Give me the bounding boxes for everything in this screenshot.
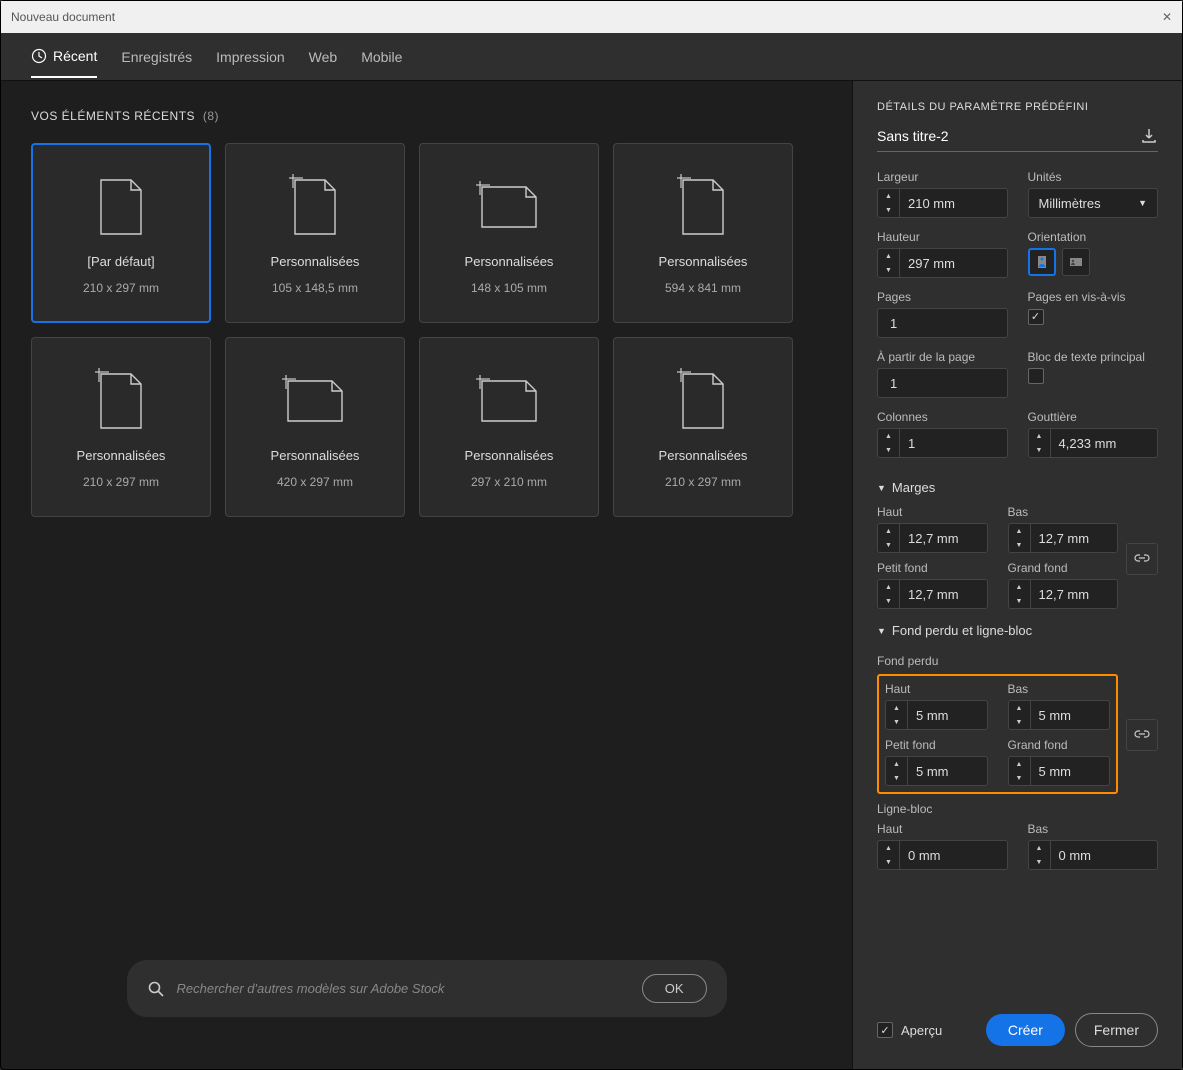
- facing-pages-label: Pages en vis-à-vis: [1028, 290, 1159, 304]
- units-label: Unités: [1028, 170, 1159, 184]
- bleed-top-input[interactable]: ▲▼5 mm: [885, 700, 988, 730]
- bleed-inside-input[interactable]: ▲▼5 mm: [885, 756, 988, 786]
- preset-dims: 210 x 297 mm: [665, 475, 741, 489]
- preset-item[interactable]: Personnalisées 420 x 297 mm: [225, 337, 405, 517]
- orientation-landscape-button[interactable]: [1062, 248, 1090, 276]
- window-title: Nouveau document: [11, 10, 115, 24]
- preset-name: [Par défaut]: [87, 254, 154, 269]
- search-bar: OK: [127, 960, 727, 1017]
- margins-expander[interactable]: ▼ Marges: [877, 480, 1158, 495]
- orientation-portrait-button[interactable]: [1028, 248, 1056, 276]
- tab-print[interactable]: Impression: [216, 37, 284, 77]
- tab-recent[interactable]: Récent: [31, 36, 97, 78]
- slug-label: Ligne-bloc: [877, 802, 1158, 816]
- preset-grid: [Par défaut] 210 x 297 mm Personnalisées 10…: [31, 143, 822, 517]
- create-button[interactable]: Créer: [986, 1014, 1065, 1046]
- preset-dims: 594 x 841 mm: [665, 281, 741, 295]
- preset-name: Personnalisées: [271, 448, 360, 463]
- slug-top-input[interactable]: ▲▼0 mm: [877, 840, 1008, 870]
- tab-mobile[interactable]: Mobile: [361, 37, 402, 77]
- units-select[interactable]: Millimètres ▼: [1028, 188, 1159, 218]
- search-icon: [147, 980, 165, 998]
- height-input[interactable]: ▲▼ 297 mm: [877, 248, 1008, 278]
- preset-name: Personnalisées: [659, 448, 748, 463]
- preset-dims: 297 x 210 mm: [471, 475, 547, 489]
- start-page-input[interactable]: 1: [877, 368, 1008, 398]
- save-preset-icon[interactable]: [1140, 127, 1158, 145]
- bleed-bottom-input[interactable]: ▲▼5 mm: [1008, 700, 1111, 730]
- clock-icon: [31, 48, 47, 64]
- margin-outside-input[interactable]: ▲▼12,7 mm: [1008, 579, 1119, 609]
- height-label: Hauteur: [877, 230, 1008, 244]
- preset-dims: 105 x 148,5 mm: [272, 281, 358, 295]
- chevron-up-icon[interactable]: ▲: [878, 189, 899, 203]
- close-button[interactable]: Fermer: [1075, 1013, 1158, 1047]
- preview-checkbox[interactable]: ✓: [877, 1022, 893, 1038]
- pages-label: Pages: [877, 290, 1008, 304]
- preset-name: Personnalisées: [271, 254, 360, 269]
- preset-item[interactable]: Personnalisées 210 x 297 mm: [613, 337, 793, 517]
- gutter-label: Gouttière: [1028, 410, 1159, 424]
- chevron-down-icon[interactable]: ▼: [878, 203, 899, 217]
- preset-name: Personnalisées: [465, 448, 554, 463]
- preset-dims: 210 x 297 mm: [83, 281, 159, 295]
- preset-item[interactable]: Personnalisées 148 x 105 mm: [419, 143, 599, 323]
- bleed-expander[interactable]: ▼ Fond perdu et ligne-bloc: [877, 623, 1158, 638]
- titlebar: Nouveau document ✕: [1, 1, 1182, 33]
- preset-item[interactable]: [Par défaut] 210 x 297 mm: [31, 143, 211, 323]
- doc-name-input[interactable]: Sans titre-2: [877, 128, 1140, 144]
- slug-bottom-input[interactable]: ▲▼0 mm: [1028, 840, 1159, 870]
- bleed-outside-input[interactable]: ▲▼5 mm: [1008, 756, 1111, 786]
- bleed-label: Fond perdu: [877, 654, 1158, 668]
- width-input[interactable]: ▲▼ 210 mm: [877, 188, 1008, 218]
- chevron-down-icon: ▼: [877, 483, 886, 493]
- bleed-highlight: Haut ▲▼5 mm Bas ▲▼5 mm Petit fond ▲▼5 mm: [877, 674, 1118, 794]
- link-margins-button[interactable]: [1126, 543, 1158, 575]
- chevron-down-icon: ▼: [1138, 198, 1147, 208]
- tab-saved[interactable]: Enregistrés: [121, 37, 192, 77]
- columns-label: Colonnes: [877, 410, 1008, 424]
- columns-input[interactable]: ▲▼ 1: [877, 428, 1008, 458]
- preset-dims: 148 x 105 mm: [471, 281, 547, 295]
- search-input[interactable]: [177, 981, 630, 996]
- gutter-input[interactable]: ▲▼ 4,233 mm: [1028, 428, 1159, 458]
- link-bleed-button[interactable]: [1126, 719, 1158, 751]
- start-page-label: À partir de la page: [877, 350, 1008, 364]
- preset-dims: 210 x 297 mm: [83, 475, 159, 489]
- margin-top-input[interactable]: ▲▼12,7 mm: [877, 523, 988, 553]
- preview-label: Aperçu: [901, 1023, 942, 1038]
- preset-name: Personnalisées: [659, 254, 748, 269]
- preset-item[interactable]: Personnalisées 297 x 210 mm: [419, 337, 599, 517]
- preset-name: Personnalisées: [465, 254, 554, 269]
- preset-dims: 420 x 297 mm: [277, 475, 353, 489]
- preset-item[interactable]: Personnalisées 210 x 297 mm: [31, 337, 211, 517]
- recents-heading: VOS ÉLÉMENTS RÉCENTS (8): [31, 109, 822, 123]
- details-heading: DÉTAILS DU PARAMÈTRE PRÉDÉFINI: [877, 101, 1158, 113]
- margin-inside-input[interactable]: ▲▼12,7 mm: [877, 579, 988, 609]
- preset-item[interactable]: Personnalisées 594 x 841 mm: [613, 143, 793, 323]
- category-tabs: Récent Enregistrés Impression Web Mobile: [1, 33, 1182, 81]
- primary-text-frame-label: Bloc de texte principal: [1028, 350, 1159, 364]
- tab-web[interactable]: Web: [309, 37, 338, 77]
- primary-text-frame-checkbox[interactable]: [1028, 368, 1044, 384]
- facing-pages-checkbox[interactable]: ✓: [1028, 309, 1044, 325]
- chevron-down-icon: ▼: [877, 626, 886, 636]
- margin-bottom-input[interactable]: ▲▼12,7 mm: [1008, 523, 1119, 553]
- preset-item[interactable]: Personnalisées 105 x 148,5 mm: [225, 143, 405, 323]
- width-label: Largeur: [877, 170, 1008, 184]
- pages-input[interactable]: 1: [877, 308, 1008, 338]
- preset-name: Personnalisées: [77, 448, 166, 463]
- search-ok-button[interactable]: OK: [642, 974, 707, 1003]
- orientation-label: Orientation: [1028, 230, 1159, 244]
- close-icon[interactable]: ✕: [1162, 10, 1172, 24]
